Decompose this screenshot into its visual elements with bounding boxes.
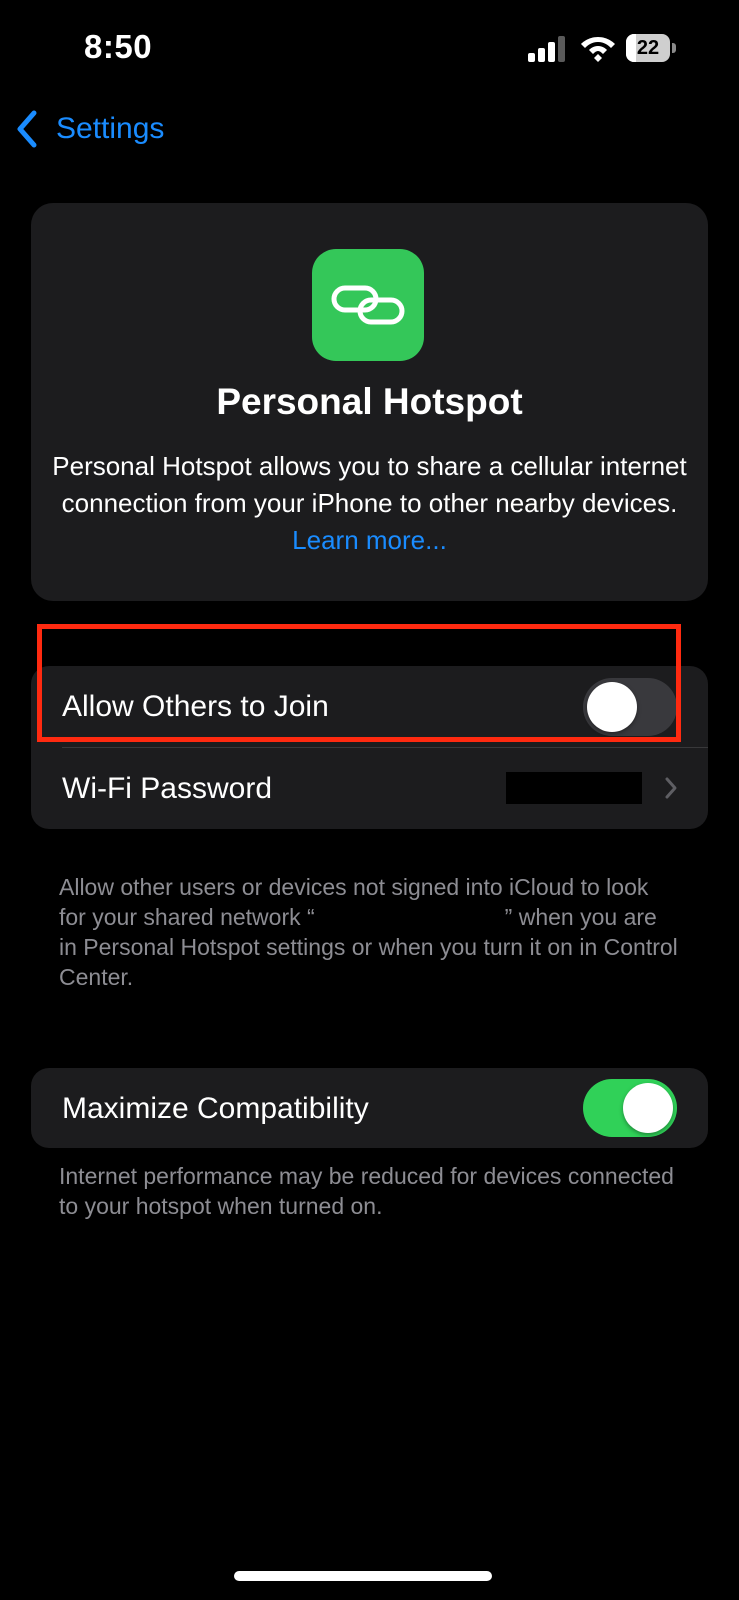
allow-others-label: Allow Others to Join [62,690,329,723]
wifi-password-value-redacted [506,772,642,804]
toggle-knob [623,1083,673,1133]
learn-more-link[interactable]: Learn more... [292,525,447,555]
hotspot-info-card: Personal Hotspot Personal Hotspot allows… [31,203,708,601]
hotspot-app-icon [312,249,424,361]
cellular-signal-icon [528,36,565,62]
maximize-compatibility-row[interactable]: Maximize Compatibility [31,1068,708,1148]
allow-others-toggle[interactable] [583,678,677,736]
wifi-password-row[interactable]: Wi-Fi Password [31,748,708,829]
description-text: Personal Hotspot allows you to share a c… [52,451,687,518]
highlight-mask [42,629,676,666]
wifi-icon [581,37,615,62]
link-chain-icon [331,285,405,325]
battery-level: 22 [636,37,660,59]
hotspot-description: Personal Hotspot allows you to share a c… [51,448,688,559]
status-bar: 8:50 22 [0,0,739,100]
maximize-compatibility-toggle[interactable] [583,1079,677,1137]
home-indicator[interactable] [234,1571,492,1581]
chevron-right-icon [665,777,677,799]
toggle-knob [587,682,637,732]
battery-body: 22 [626,34,670,62]
chevron-left-icon [17,110,37,148]
hotspot-settings-group: Allow Others to Join Wi-Fi Password [31,666,708,829]
maximize-compatibility-label: Maximize Compatibility [62,1092,369,1125]
allow-others-footnote: Allow other users or devices not signed … [59,872,679,992]
battery-tip [672,43,676,53]
battery-icon: 22 [626,34,676,62]
wifi-password-label: Wi-Fi Password [62,772,273,805]
back-button[interactable]: Settings [14,104,164,154]
compatibility-group: Maximize Compatibility [31,1068,708,1148]
maximize-compatibility-footnote: Internet performance may be reduced for … [59,1163,674,1219]
page-title: Personal Hotspot [216,381,523,422]
back-label[interactable]: Settings [56,112,164,146]
status-time: 8:50 [84,28,153,65]
allow-others-row[interactable]: Allow Others to Join [31,666,708,748]
